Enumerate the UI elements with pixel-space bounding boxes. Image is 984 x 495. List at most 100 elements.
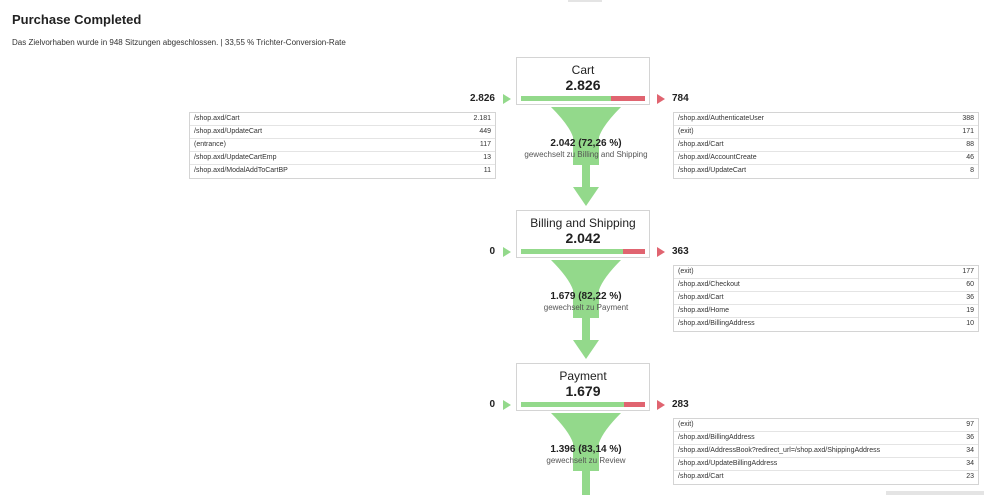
step-progress-bar xyxy=(521,249,645,254)
table-row[interactable]: (exit) 177 xyxy=(674,266,978,279)
table-row[interactable]: (entrance) 117 xyxy=(190,139,495,152)
proceed-segment xyxy=(521,402,625,407)
exit-arrow-icon xyxy=(657,400,665,410)
exit-destinations-table: /shop.axd/AuthenticateUser 388 (exit) 171 … xyxy=(673,112,979,179)
step-progress-bar xyxy=(521,96,645,101)
table-row[interactable]: /shop.axd/Cart 88 xyxy=(674,139,978,152)
exit-arrow-icon xyxy=(657,94,665,104)
entry-arrow-icon xyxy=(503,247,511,257)
page-count: 46 xyxy=(966,154,974,161)
page-count: 36 xyxy=(966,294,974,301)
table-row[interactable]: /shop.axd/Cart 23 xyxy=(674,471,978,484)
exits-count: 784 xyxy=(672,93,689,104)
exits-count: 283 xyxy=(672,399,689,410)
page-path: (exit) xyxy=(678,421,694,428)
page-path: /shop.axd/Checkout xyxy=(678,281,740,288)
page-path: /shop.axd/Cart xyxy=(194,115,240,122)
page-count: 388 xyxy=(962,115,974,122)
proceed-segment xyxy=(521,96,611,101)
page-path: /shop.axd/UpdateBillingAddress xyxy=(678,460,778,467)
step-name: Cart xyxy=(571,63,595,77)
exit-segment xyxy=(610,96,645,101)
page-path: /shop.axd/BillingAddress xyxy=(678,320,755,327)
step-name: Payment xyxy=(559,369,607,383)
page-path: /shop.axd/ModalAddToCartBP xyxy=(194,167,288,174)
page-path: /shop.axd/Cart xyxy=(678,141,724,148)
table-row[interactable]: /shop.axd/ModalAddToCartBP 11 xyxy=(190,165,495,178)
page-path: /shop.axd/BillingAddress xyxy=(678,434,755,441)
page-path: /shop.axd/Home xyxy=(678,307,729,314)
table-row[interactable]: /shop.axd/UpdateBillingAddress 34 xyxy=(674,458,978,471)
table-row[interactable]: /shop.axd/Checkout 60 xyxy=(674,279,978,292)
page-path: /shop.axd/AuthenticateUser xyxy=(678,115,764,122)
exit-segment xyxy=(622,249,645,254)
page-count: 8 xyxy=(970,167,974,174)
table-row[interactable]: /shop.axd/Home 19 xyxy=(674,305,978,318)
entry-arrow-icon xyxy=(503,400,511,410)
step-transition: 1.396 (83,14 %) gewechselt zu Review xyxy=(504,444,668,466)
page-path: /shop.axd/AddressBook?redirect_url=/shop… xyxy=(678,447,881,454)
page-count: 34 xyxy=(966,447,974,454)
table-row[interactable]: /shop.axd/Cart 36 xyxy=(674,292,978,305)
page-count: 60 xyxy=(966,281,974,288)
step-name: Billing and Shipping xyxy=(530,216,636,230)
page-count: 177 xyxy=(962,268,974,275)
page-count: 23 xyxy=(966,473,974,480)
page-count: 34 xyxy=(966,460,974,467)
page-count: 36 xyxy=(966,434,974,441)
table-row[interactable]: /shop.axd/BillingAddress 10 xyxy=(674,318,978,331)
page-title: Purchase Completed xyxy=(12,12,142,27)
entries-count: 0 xyxy=(489,399,495,410)
table-row[interactable]: /shop.axd/AddressBook?redirect_url=/shop… xyxy=(674,445,978,458)
page-count: 19 xyxy=(966,307,974,314)
bottom-divider xyxy=(886,491,984,495)
page-count: 88 xyxy=(966,141,974,148)
entry-arrow-icon xyxy=(503,94,511,104)
entries-count: 2.826 xyxy=(469,93,495,104)
page-count: 449 xyxy=(479,128,491,135)
page-path: /shop.axd/UpdateCart xyxy=(194,128,263,135)
table-row[interactable]: /shop.axd/UpdateCart 449 xyxy=(190,126,495,139)
exit-segment xyxy=(624,402,645,407)
step-transition: 1.679 (82,22 %) gewechselt zu Payment xyxy=(504,291,668,313)
exit-arrow-icon xyxy=(657,247,665,257)
table-row[interactable]: (exit) 97 xyxy=(674,419,978,432)
page-path: /shop.axd/Cart xyxy=(678,473,724,480)
table-row[interactable]: /shop.axd/AuthenticateUser 388 xyxy=(674,113,978,126)
table-row[interactable]: /shop.axd/BillingAddress 36 xyxy=(674,432,978,445)
transition-value: 1.679 (82,22 %) xyxy=(550,291,622,302)
top-divider xyxy=(568,0,602,2)
table-row[interactable]: /shop.axd/Cart 2.181 xyxy=(190,113,495,126)
entries-count: 0 xyxy=(489,246,495,257)
page-path: /shop.axd/UpdateCartEmp xyxy=(194,154,277,161)
step-count: 2.826 xyxy=(565,77,601,93)
step-count: 1.679 xyxy=(565,383,601,399)
page-count: 10 xyxy=(966,320,974,327)
page-path: (exit) xyxy=(678,128,694,135)
exit-destinations-table: (exit) 97 /shop.axd/BillingAddress 36 /sho… xyxy=(673,418,979,485)
page-subtitle: Das Zielvorhaben wurde in 948 Sitzungen … xyxy=(12,38,346,47)
step-transition: 2.042 (72,26 %) gewechselt zu Billing an… xyxy=(504,138,668,160)
table-row[interactable]: /shop.axd/UpdateCartEmp 13 xyxy=(190,152,495,165)
transition-label: gewechselt zu Review xyxy=(546,456,626,465)
exits-count: 363 xyxy=(672,246,689,257)
table-row[interactable]: /shop.axd/AccountCreate 46 xyxy=(674,152,978,165)
entry-sources-table: /shop.axd/Cart 2.181 /shop.axd/UpdateCart… xyxy=(189,112,496,179)
table-row[interactable]: /shop.axd/UpdateCart 8 xyxy=(674,165,978,178)
page-count: 2.181 xyxy=(473,115,491,122)
step-progress-bar xyxy=(521,402,645,407)
page-path: (entrance) xyxy=(194,141,226,148)
page-count: 171 xyxy=(962,128,974,135)
page-path: /shop.axd/AccountCreate xyxy=(678,154,757,161)
page-path: /shop.axd/Cart xyxy=(678,294,724,301)
transition-label: gewechselt zu Billing and Shipping xyxy=(524,150,648,159)
page-count: 97 xyxy=(966,421,974,428)
page-path: (exit) xyxy=(678,268,694,275)
step-count: 2.042 xyxy=(565,230,601,246)
exit-destinations-table: (exit) 177 /shop.axd/Checkout 60 /shop.axd… xyxy=(673,265,979,332)
table-row[interactable]: (exit) 171 xyxy=(674,126,978,139)
page-count: 117 xyxy=(479,141,491,148)
transition-value: 1.396 (83,14 %) xyxy=(550,444,622,455)
page-count: 11 xyxy=(483,167,491,174)
page-path: /shop.axd/UpdateCart xyxy=(678,167,747,174)
